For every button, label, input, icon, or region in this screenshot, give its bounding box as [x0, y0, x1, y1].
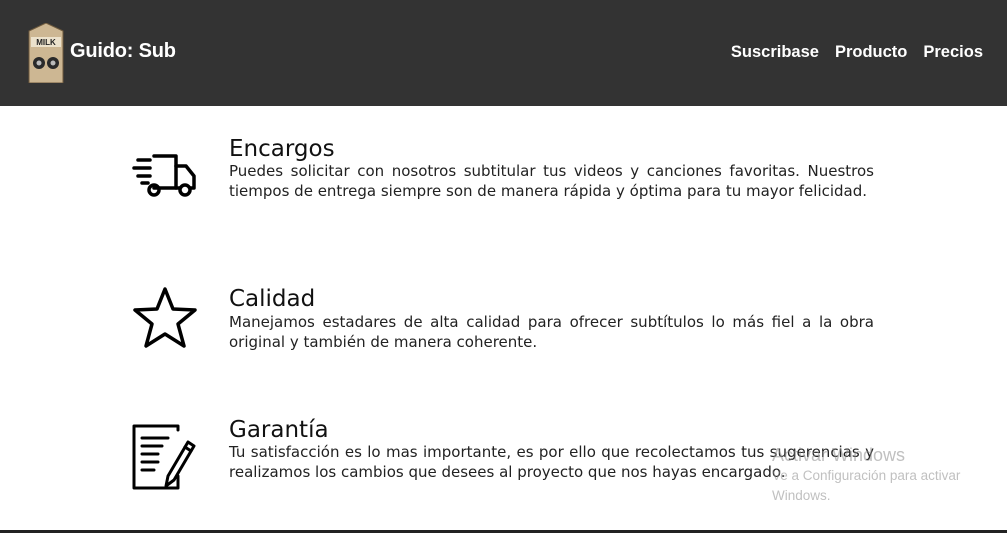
brand-name[interactable]: Guido: Sub: [70, 40, 176, 63]
nav-link-suscribase[interactable]: Suscribase: [731, 43, 819, 62]
nav-link-producto[interactable]: Producto: [835, 43, 907, 62]
feature-description: Puedes solicitar con nosotros subtitular…: [229, 162, 874, 200]
feature-title: Calidad: [229, 286, 316, 312]
delivery-truck-icon: [132, 150, 198, 216]
logo-text: MILK: [36, 38, 56, 47]
windows-activation-watermark: Activar Windows Ve a Configuración para …: [772, 445, 987, 506]
nav-link-precios[interactable]: Precios: [923, 43, 983, 62]
feature-title: Garantía: [229, 417, 329, 443]
main-nav: Suscribase Producto Precios: [731, 43, 983, 62]
top-navbar: MILK Guido: Sub Suscribase Producto Prec…: [0, 0, 1007, 106]
document-pencil-icon: [132, 424, 198, 490]
feature-title: Encargos: [229, 136, 335, 162]
watermark-title: Activar Windows: [772, 445, 906, 465]
star-icon: [132, 286, 198, 352]
milk-carton-logo[interactable]: MILK: [27, 22, 65, 84]
feature-description: Manejamos estadares de alta calidad para…: [229, 313, 874, 351]
watermark-subtitle: Ve a Configuración para activar Windows.: [772, 468, 961, 503]
